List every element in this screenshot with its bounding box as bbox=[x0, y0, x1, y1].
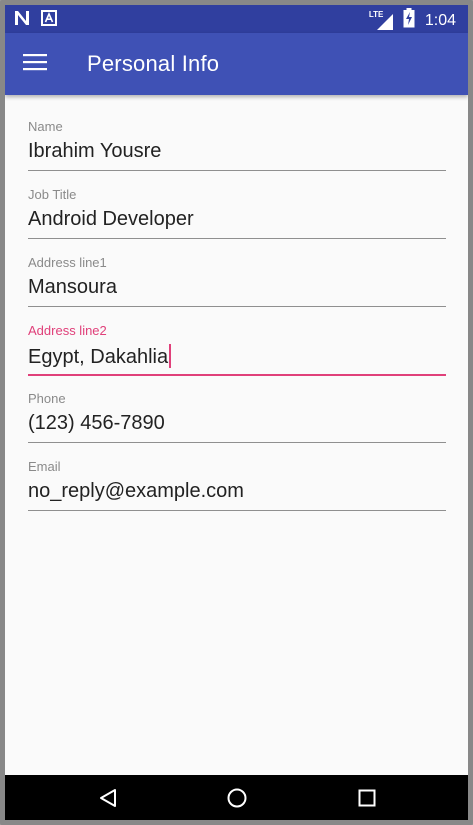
job-title-underline bbox=[28, 238, 446, 239]
phone-screen: LTE 1:04 Personal Info Name Ibrahim Yous… bbox=[0, 0, 473, 825]
back-button[interactable] bbox=[93, 785, 123, 815]
recents-icon bbox=[357, 788, 377, 813]
email-input[interactable]: no_reply@example.com bbox=[28, 480, 244, 503]
address-line1-label: Address line1 bbox=[28, 255, 107, 270]
page-title: Personal Info bbox=[87, 51, 220, 76]
a-notification-icon bbox=[41, 10, 57, 31]
lte-signal-icon: LTE bbox=[368, 9, 397, 31]
system-icons: LTE 1:04 bbox=[368, 8, 456, 33]
address-line2-value: Egypt, Dakahlia bbox=[28, 346, 169, 368]
navigation-bar bbox=[5, 775, 468, 820]
address-line1-field[interactable]: Address line1 Mansoura bbox=[28, 255, 446, 315]
address-line2-label: Address line2 bbox=[28, 323, 107, 338]
job-title-field[interactable]: Job Title Android Developer bbox=[28, 187, 446, 247]
name-underline bbox=[28, 170, 446, 171]
personal-info-form: Name Ibrahim Yousre Job Title Android De… bbox=[5, 95, 468, 775]
app-bar: Personal Info bbox=[5, 33, 468, 95]
email-underline bbox=[28, 510, 446, 511]
job-title-label: Job Title bbox=[28, 187, 77, 202]
address-line2-input[interactable]: Egypt, Dakahlia bbox=[28, 344, 172, 369]
name-label: Name bbox=[28, 119, 63, 134]
hamburger-menu-icon bbox=[23, 53, 47, 76]
phone-underline bbox=[28, 442, 446, 443]
address-line1-input[interactable]: Mansoura bbox=[28, 276, 117, 299]
email-field[interactable]: Email no_reply@example.com bbox=[28, 459, 446, 519]
notification-icons bbox=[13, 9, 57, 32]
back-icon bbox=[97, 787, 119, 814]
recents-button[interactable] bbox=[352, 785, 382, 815]
address-line2-field[interactable]: Address line2 Egypt, Dakahlia bbox=[28, 323, 446, 383]
address-line2-underline bbox=[28, 374, 446, 376]
name-field[interactable]: Name Ibrahim Yousre bbox=[28, 119, 446, 179]
home-icon bbox=[226, 787, 248, 814]
name-input[interactable]: Ibrahim Yousre bbox=[28, 140, 161, 163]
status-bar: LTE 1:04 bbox=[5, 5, 468, 33]
battery-charging-icon bbox=[403, 8, 415, 33]
address-line1-underline bbox=[28, 306, 446, 307]
email-label: Email bbox=[28, 459, 61, 474]
n-notification-icon bbox=[13, 9, 31, 32]
lte-label: LTE bbox=[368, 9, 384, 19]
text-cursor bbox=[169, 344, 172, 368]
job-title-input[interactable]: Android Developer bbox=[28, 208, 194, 231]
phone-field[interactable]: Phone (123) 456-7890 bbox=[28, 391, 446, 451]
menu-button[interactable] bbox=[15, 45, 55, 83]
phone-label: Phone bbox=[28, 391, 66, 406]
status-time: 1:04 bbox=[424, 11, 456, 29]
phone-input[interactable]: (123) 456-7890 bbox=[28, 412, 165, 435]
home-button[interactable] bbox=[222, 785, 252, 815]
